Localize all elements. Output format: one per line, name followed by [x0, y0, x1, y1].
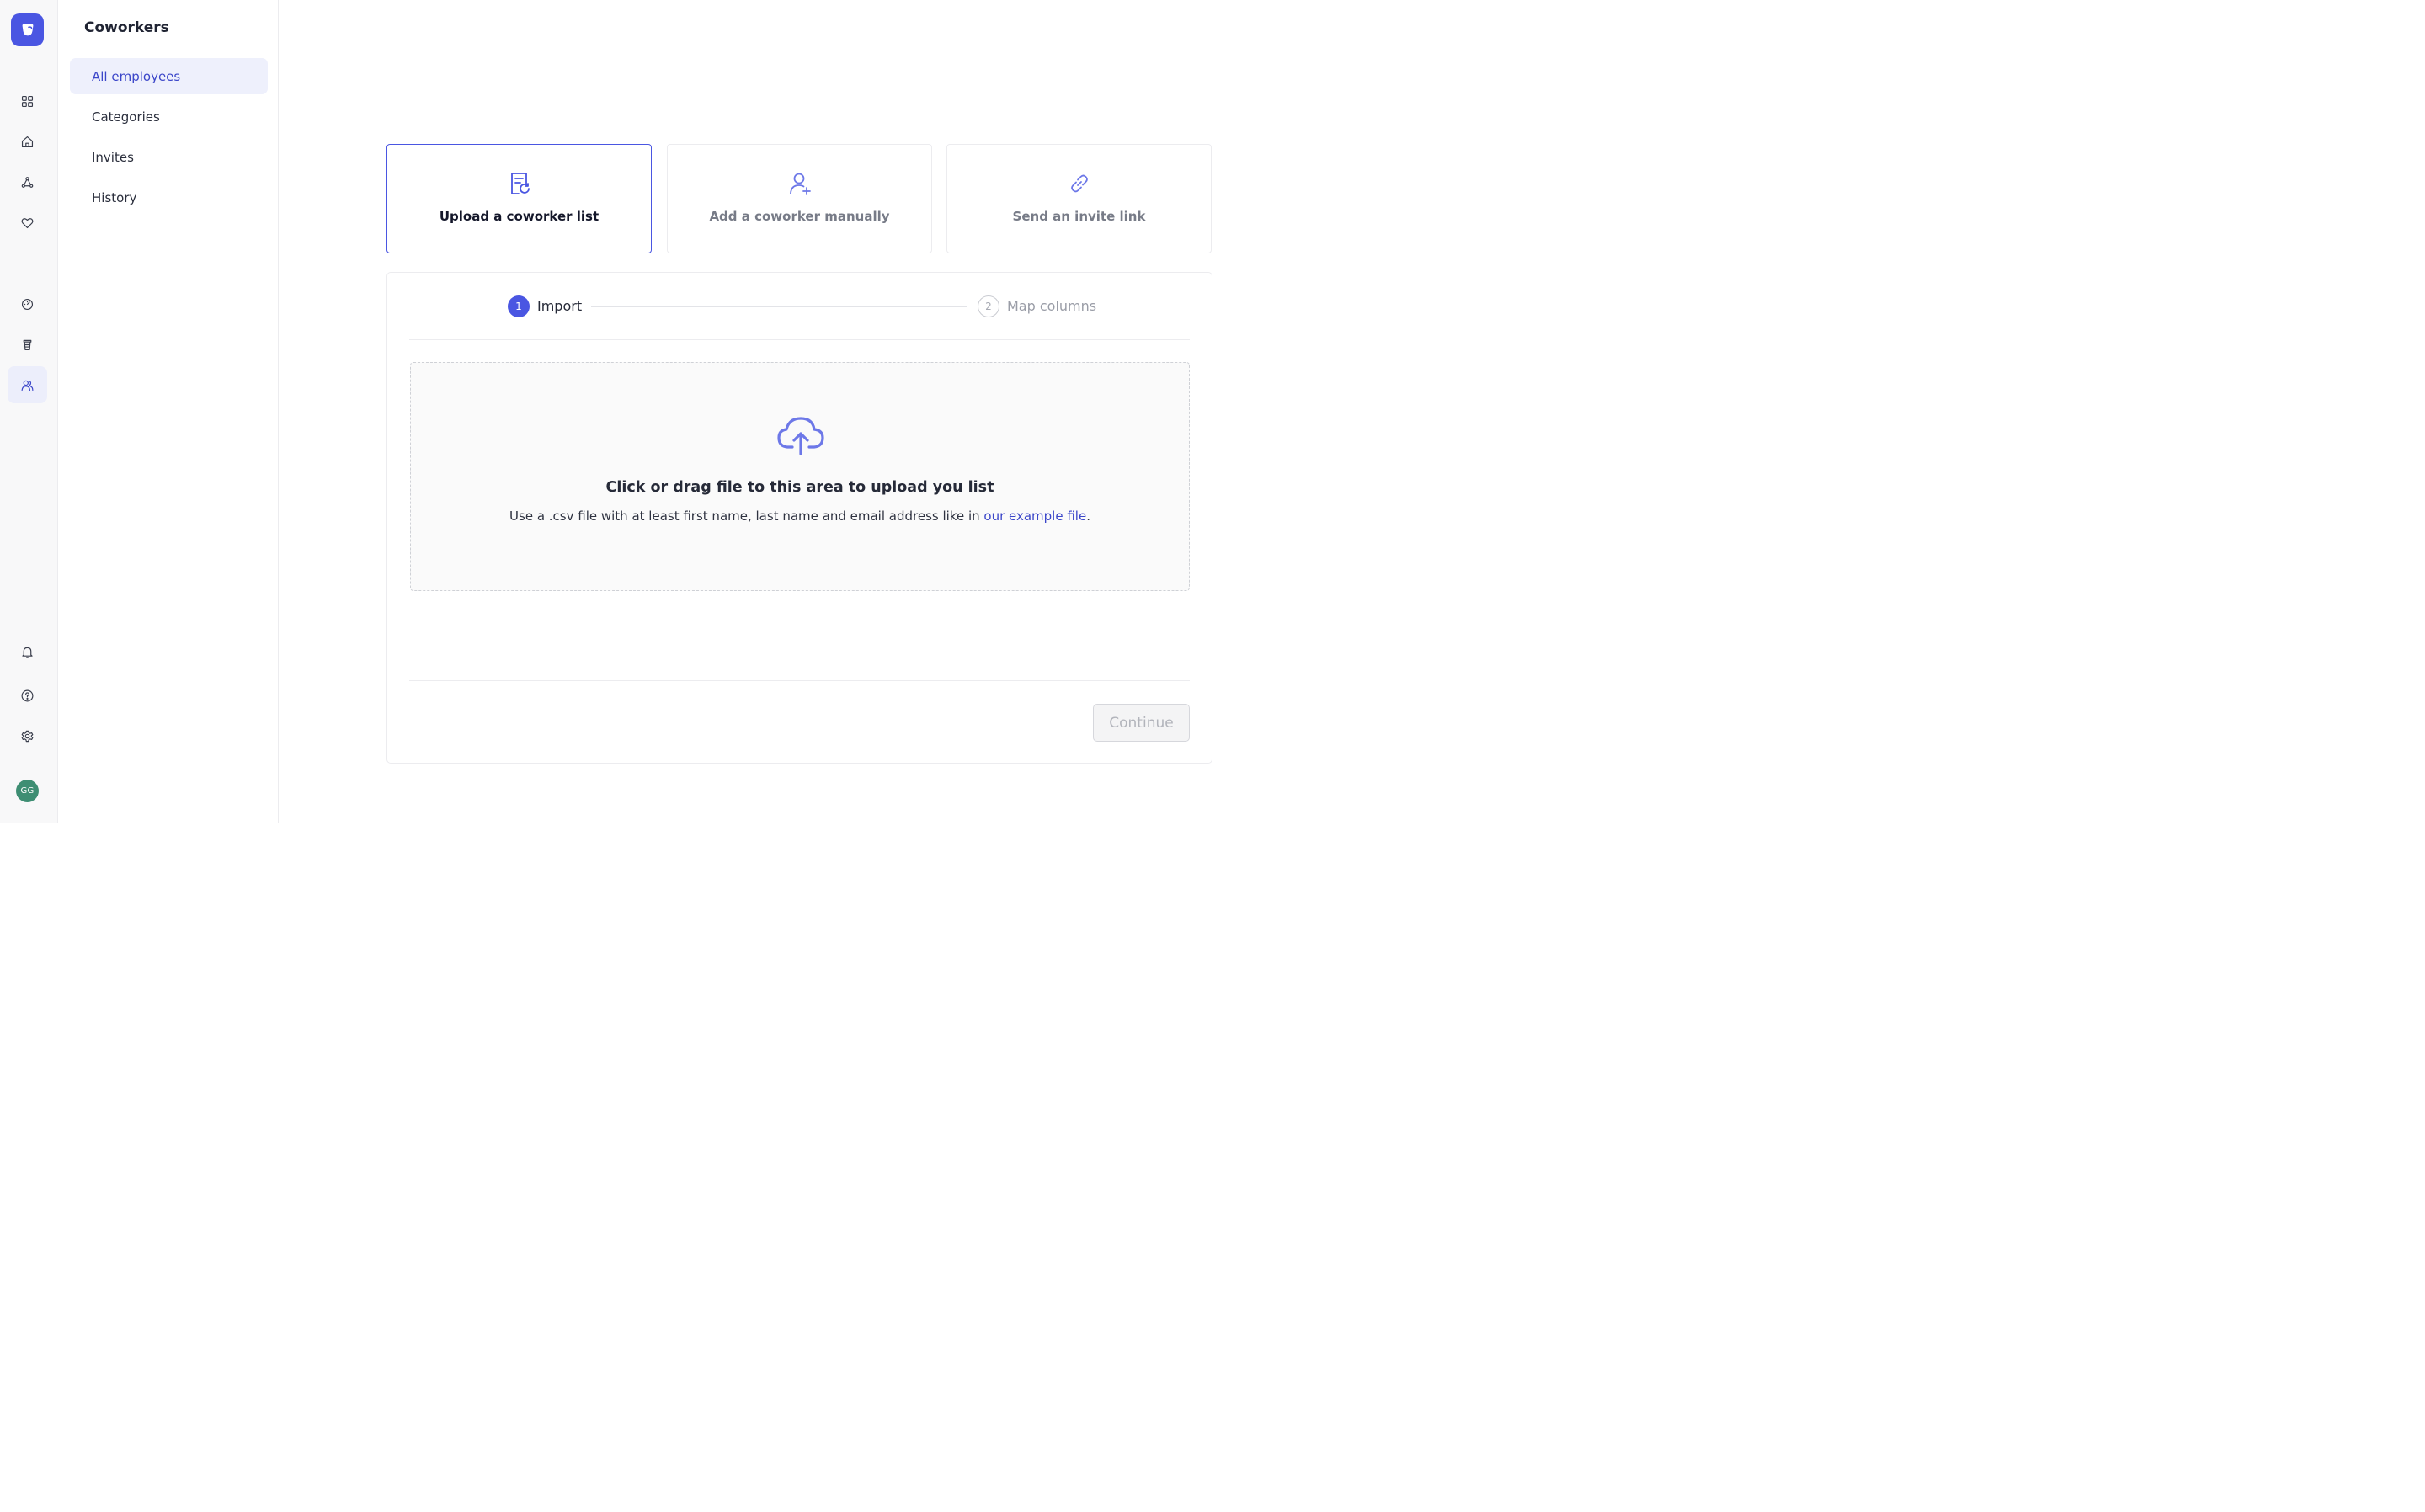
add-manually-label: Add a coworker manually: [709, 209, 890, 224]
step-connector: [591, 306, 967, 307]
upload-list-label: Upload a coworker list: [439, 209, 600, 224]
user-avatar[interactable]: GG: [16, 780, 39, 802]
icon-rail: GG: [0, 0, 58, 823]
card-footer-divider: [409, 680, 1190, 681]
sidebar-item-history[interactable]: History: [70, 179, 268, 216]
home-icon: [21, 136, 34, 147]
coworkers-icon: [21, 380, 34, 391]
integrations-icon: [21, 176, 34, 188]
gauge-icon: [21, 298, 34, 310]
invite-link-label: Send an invite link: [1012, 209, 1146, 224]
dropzone-title: Click or drag file to this area to uploa…: [605, 479, 994, 496]
cloud-upload-icon: [777, 417, 824, 455]
settings-icon: [21, 730, 34, 742]
rail-dashboard-button[interactable]: [8, 83, 47, 120]
step-1-label: Import: [537, 298, 583, 314]
coworkers-sidebar: Coworkers All employees Categories Invit…: [58, 0, 279, 823]
step-2-label: Map columns: [1007, 298, 1097, 314]
sidebar-title: Coworkers: [84, 19, 169, 36]
rail-settings-button[interactable]: [8, 717, 47, 754]
app-logo[interactable]: [11, 13, 44, 46]
upload-list-option[interactable]: Upload a coworker list: [386, 144, 652, 253]
sidebar-item-all-employees[interactable]: All employees: [70, 58, 268, 94]
sidebar-item-categories[interactable]: Categories: [70, 98, 268, 135]
cup-icon: [23, 339, 32, 350]
stepper: 1 Import 2 Map columns: [409, 273, 1190, 340]
heart-icon: [21, 217, 34, 228]
rail-favorites-button[interactable]: [8, 204, 47, 241]
logo-icon: [22, 24, 33, 35]
add-user-icon: [789, 173, 811, 195]
dropzone-hint: Use a .csv file with at least first name…: [411, 508, 1189, 524]
rail-notifications-button[interactable]: [8, 633, 47, 670]
step-2-indicator: 2: [978, 295, 999, 317]
rail-coworkers-button[interactable]: [8, 366, 47, 403]
help-icon: [21, 689, 34, 701]
dropzone-hint-end: .: [1086, 508, 1090, 524]
dashboard-icon: [21, 95, 34, 107]
rail-help-button[interactable]: [8, 677, 47, 714]
rail-integrations-button[interactable]: [8, 163, 47, 200]
example-file-link[interactable]: our example file: [983, 508, 1086, 524]
continue-button[interactable]: Continue: [1093, 704, 1190, 742]
invite-link-option[interactable]: Send an invite link: [946, 144, 1212, 253]
dropzone-hint-text: Use a .csv file with at least first name…: [509, 508, 984, 524]
add-manually-option[interactable]: Add a coworker manually: [667, 144, 932, 253]
rail-orders-button[interactable]: [8, 326, 47, 363]
upload-list-icon: [510, 173, 530, 194]
rail-home-button[interactable]: [8, 123, 47, 160]
rail-analytics-button[interactable]: [8, 285, 47, 322]
file-dropzone[interactable]: Click or drag file to this area to uploa…: [410, 362, 1190, 591]
app: GG Coworkers All employees Categories In…: [0, 0, 1320, 823]
sidebar-item-invites[interactable]: Invites: [70, 139, 268, 175]
import-card: 1 Import 2 Map columns Click or drag fil…: [386, 272, 1212, 764]
step-1-indicator: 1: [508, 295, 530, 317]
bell-icon: [22, 647, 33, 658]
link-icon: [1070, 174, 1088, 193]
